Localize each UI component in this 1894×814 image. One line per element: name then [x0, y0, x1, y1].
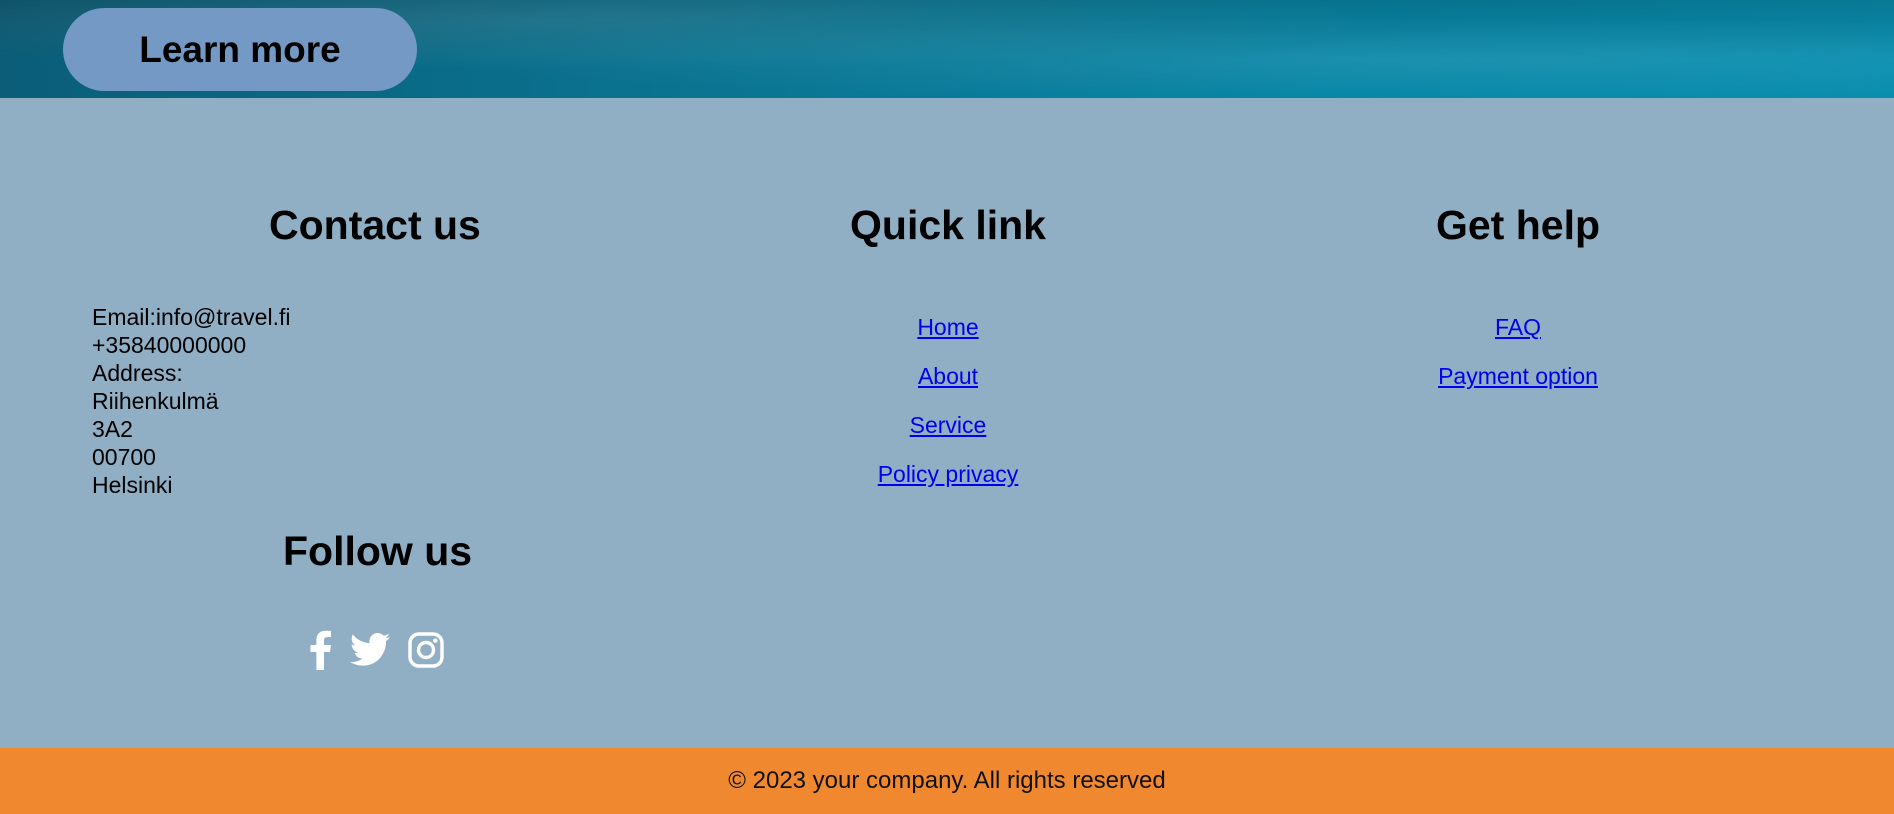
contact-city: Helsinki: [92, 472, 173, 498]
link-payment-option[interactable]: Payment option: [1233, 363, 1803, 390]
contact-unit: 3A2: [92, 416, 133, 442]
contact-address-label: Address:: [92, 360, 183, 386]
link-policy-privacy[interactable]: Policy privacy: [663, 461, 1233, 488]
link-service[interactable]: Service: [663, 412, 1233, 439]
footer: Contact us Email:info@travel.fi +3584000…: [0, 98, 1894, 748]
follow-title: Follow us: [283, 528, 473, 574]
contact-postcode: 00700: [92, 444, 156, 470]
link-about[interactable]: About: [663, 363, 1233, 390]
quick-link-title: Quick link: [850, 202, 1046, 248]
contact-details: Email:info@travel.fi +35840000000 Addres…: [92, 303, 290, 499]
link-home[interactable]: Home: [663, 314, 1233, 341]
link-faq[interactable]: FAQ: [1233, 314, 1803, 341]
instagram-icon[interactable]: [408, 632, 444, 668]
hero-banner: Learn more: [0, 0, 1894, 98]
copyright-text: © 2023 your company. All rights reserved: [728, 767, 1166, 794]
copyright-bar: © 2023 your company. All rights reserved: [0, 748, 1894, 814]
contact-street: Riihenkulmä: [92, 388, 219, 414]
contact-phone: +35840000000: [92, 332, 247, 358]
contact-email: Email:info@travel.fi: [92, 304, 291, 330]
twitter-icon[interactable]: [350, 633, 390, 667]
get-help-list: FAQ Payment option: [1233, 314, 1803, 412]
get-help-title: Get help: [1435, 202, 1601, 248]
learn-more-button[interactable]: Learn more: [63, 8, 417, 91]
social-icons: [308, 630, 444, 670]
facebook-icon[interactable]: [308, 630, 332, 670]
quick-link-list: Home About Service Policy privacy: [663, 314, 1233, 510]
contact-title: Contact us: [269, 202, 481, 248]
